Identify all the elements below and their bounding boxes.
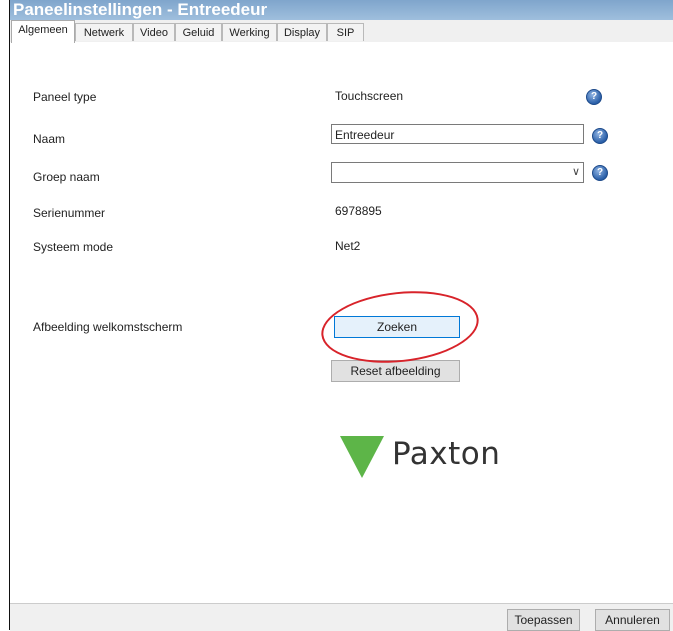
tab-display[interactable]: Display <box>277 23 327 41</box>
name-input[interactable]: Entreedeur <box>331 124 584 144</box>
reset-image-button[interactable]: Reset afbeelding <box>331 360 460 382</box>
panel-type-label: Paneel type <box>33 90 97 104</box>
chevron-down-icon: ∨ <box>571 166 580 178</box>
group-name-label: Groep naam <box>33 170 100 184</box>
group-name-dropdown[interactable]: ∨ <box>331 162 584 183</box>
welcome-image-label: Afbeelding welkomstscherm <box>33 320 183 334</box>
panel-type-value: Touchscreen <box>335 89 404 103</box>
tab-sip[interactable]: SIP <box>327 23 364 41</box>
cancel-button[interactable]: Annuleren <box>595 609 670 631</box>
tab-netwerk[interactable]: Netwerk <box>75 23 133 41</box>
tab-strip: Algemeen Netwerk Video Geluid Werking Di… <box>10 20 673 43</box>
tab-algemeen[interactable]: Algemeen <box>11 20 75 43</box>
serial-value: 6978895 <box>335 204 382 218</box>
logo-text: Paxton <box>392 436 501 472</box>
dialog-button-bar: Toepassen Annuleren <box>10 603 673 631</box>
paxton-triangle-icon <box>340 436 384 478</box>
tab-geluid[interactable]: Geluid <box>175 23 222 41</box>
system-mode-label: Systeem mode <box>33 240 114 254</box>
help-icon[interactable]: ? <box>592 128 608 144</box>
tab-video[interactable]: Video <box>133 23 175 41</box>
help-icon[interactable]: ? <box>592 165 608 181</box>
tab-werking[interactable]: Werking <box>222 23 277 41</box>
apply-button[interactable]: Toepassen <box>507 609 580 631</box>
paxton-logo: Paxton <box>340 432 510 482</box>
serial-label: Serienummer <box>33 206 106 220</box>
help-icon[interactable]: ? <box>586 89 602 105</box>
window-title: Paneelinstellingen - Entreedeur <box>10 0 673 20</box>
settings-window: Paneelinstellingen - Entreedeur Algemeen… <box>9 0 673 631</box>
system-mode-value: Net2 <box>335 239 361 253</box>
name-label: Naam <box>33 132 66 146</box>
